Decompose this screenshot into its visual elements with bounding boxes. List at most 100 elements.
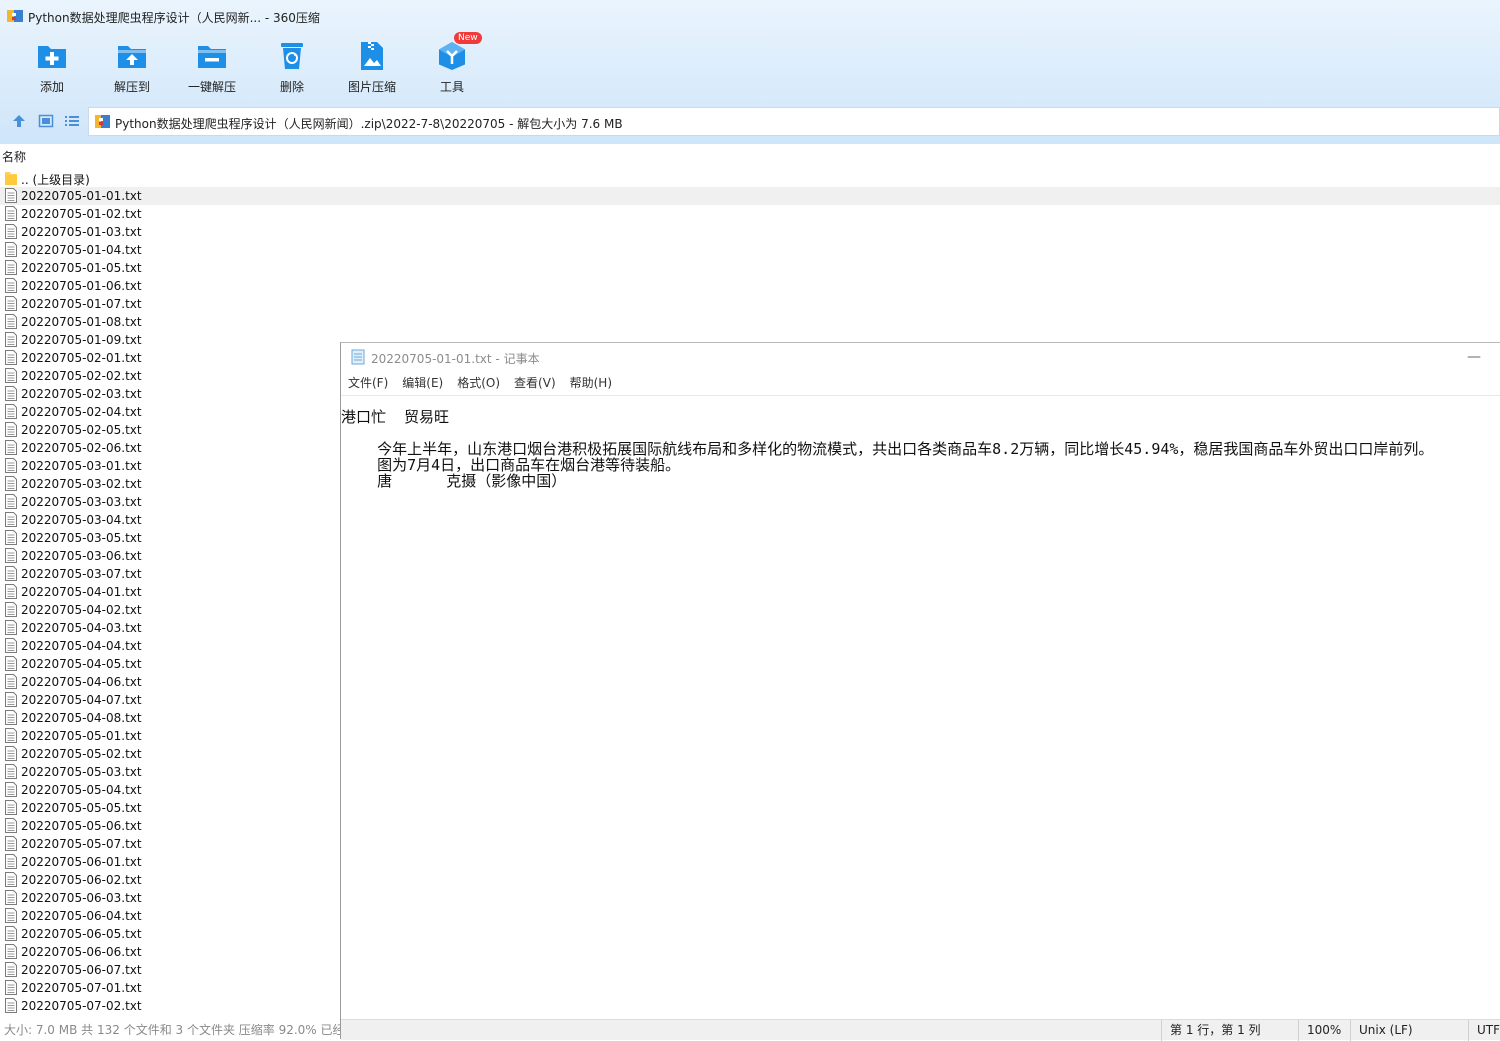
text-file-icon (5, 782, 17, 797)
file-row[interactable]: 20220705-01-05.txt (0, 259, 1500, 277)
text-file-icon (5, 278, 17, 293)
notepad-titlebar: 20220705-01-01.txt - 记事本 — (341, 343, 1500, 373)
file-name: 20220705-07-01.txt (21, 981, 142, 995)
text-file-icon (5, 980, 17, 995)
new-badge: New (454, 32, 482, 44)
file-name: 20220705-01-01.txt (21, 189, 142, 203)
file-name: 20220705-05-04.txt (21, 783, 142, 797)
text-file-icon (5, 332, 17, 347)
file-row[interactable]: 20220705-01-08.txt (0, 313, 1500, 331)
image-compress-button[interactable]: 图片压缩 (332, 38, 412, 100)
file-row[interactable]: 20220705-01-03.txt (0, 223, 1500, 241)
file-name: 20220705-04-01.txt (21, 585, 142, 599)
extract-to-button[interactable]: 解压到 (92, 38, 172, 100)
text-file-icon (5, 962, 17, 977)
up-arrow-icon[interactable] (11, 113, 27, 129)
text-file-icon (5, 350, 17, 365)
text-file-icon (5, 674, 17, 689)
notepad-content: 港口忙 贸易旺 今年上半年，山东港口烟台港积极拓展国际航线布局和多样化的物流模式… (341, 408, 1434, 490)
name-column-header[interactable]: 名称 (2, 148, 26, 165)
notepad-icon (351, 349, 365, 365)
menu-file[interactable]: 文件(F) (348, 373, 388, 393)
file-name: 20220705-01-09.txt (21, 333, 142, 347)
file-name: 20220705-04-04.txt (21, 639, 142, 653)
file-name: 20220705-02-05.txt (21, 423, 142, 437)
one-click-extract-label: 一键解压 (187, 80, 236, 94)
file-name: 20220705-02-02.txt (21, 369, 142, 383)
tools-button[interactable]: New 工具 (412, 32, 492, 100)
text-file-icon (5, 422, 17, 437)
line-ending: Unix (LF) (1350, 1020, 1468, 1041)
text-file-icon (5, 620, 17, 635)
file-name: 20220705-03-05.txt (21, 531, 142, 545)
file-name: 20220705-03-07.txt (21, 567, 142, 581)
file-name: 20220705-01-06.txt (21, 279, 142, 293)
notepad-window: 20220705-01-01.txt - 记事本 — 文件(F) 编辑(E) 格… (340, 342, 1500, 1041)
file-row[interactable]: 20220705-01-02.txt (0, 205, 1500, 223)
file-name: 20220705-04-06.txt (21, 675, 142, 689)
archive-app-icon (7, 10, 23, 22)
file-row[interactable]: 20220705-01-01.txt (0, 187, 1500, 205)
text-file-icon (5, 998, 17, 1013)
menu-format[interactable]: 格式(O) (457, 373, 500, 393)
notepad-status-bar: 第 1 行，第 1 列 100% Unix (LF) UTF-8 (341, 1019, 1500, 1041)
one-click-extract-icon (198, 46, 226, 68)
file-name: 20220705-04-08.txt (21, 711, 142, 725)
text-file-icon (5, 584, 17, 599)
notepad-text-area[interactable]: 港口忙 贸易旺 今年上半年，山东港口烟台港积极拓展国际航线布局和多样化的物流模式… (341, 395, 1500, 1018)
menu-help[interactable]: 帮助(H) (570, 373, 612, 393)
tools-label: 工具 (439, 80, 464, 94)
archive-header: Python数据处理爬虫程序设计（人民网新... - 360压缩 添加 解压到 (0, 0, 1500, 144)
text-file-icon (5, 746, 17, 761)
parent-directory-row[interactable]: .. (上级目录) (0, 169, 1500, 187)
text-file-icon (5, 818, 17, 833)
add-button[interactable]: 添加 (12, 38, 92, 100)
delete-icon (281, 43, 303, 69)
text-file-icon (5, 566, 17, 581)
text-file-icon (5, 458, 17, 473)
archive-titlebar: Python数据处理爬虫程序设计（人民网新... - 360压缩 (0, 0, 1500, 32)
text-file-icon (5, 944, 17, 959)
file-name: 20220705-03-01.txt (21, 459, 142, 473)
file-list: .. (上级目录) 20220705-01-01.txt 20220705-01-… (0, 169, 1500, 1015)
archive-toolbar: 添加 解压到 一键解压 删除 图片压缩 New 工具 (12, 32, 492, 100)
text-file-icon (5, 242, 17, 257)
file-row[interactable]: 20220705-01-04.txt (0, 241, 1500, 259)
path-field[interactable]: Python数据处理爬虫程序设计（人民网新闻）.zip\2022-7-8\202… (88, 107, 1500, 136)
file-name: 20220705-02-03.txt (21, 387, 142, 401)
thumbnail-view-icon[interactable] (38, 113, 54, 129)
text-file-icon (5, 728, 17, 743)
menu-view[interactable]: 查看(V) (514, 373, 556, 393)
file-name: 20220705-01-04.txt (21, 243, 142, 257)
one-click-extract-button[interactable]: 一键解压 (172, 38, 252, 100)
text-file-icon (5, 890, 17, 905)
file-name: 20220705-04-07.txt (21, 693, 142, 707)
menu-edit[interactable]: 编辑(E) (402, 373, 443, 393)
text-file-icon (5, 548, 17, 563)
file-name: 20220705-07-02.txt (21, 999, 142, 1013)
delete-label: 删除 (279, 80, 304, 94)
file-name: 20220705-03-03.txt (21, 495, 142, 509)
text-file-icon (5, 512, 17, 527)
minimize-button[interactable]: — (1451, 345, 1497, 371)
file-row[interactable]: 20220705-01-06.txt (0, 277, 1500, 295)
notepad-window-title: 20220705-01-01.txt - 记事本 (371, 352, 540, 366)
file-name: 20220705-01-03.txt (21, 225, 142, 239)
folder-icon (5, 172, 17, 185)
file-name: 20220705-05-05.txt (21, 801, 142, 815)
text-file-icon (5, 386, 17, 401)
text-file-icon (5, 764, 17, 779)
parent-directory-label: .. (上级目录) (21, 173, 90, 187)
archive-file-icon (95, 115, 110, 128)
delete-button[interactable]: 删除 (252, 38, 332, 100)
file-name: 20220705-04-02.txt (21, 603, 142, 617)
add-icon (38, 46, 66, 68)
extract-to-label: 解压到 (113, 80, 150, 94)
list-view-icon[interactable] (64, 113, 80, 129)
add-label: 添加 (39, 80, 64, 94)
file-name: 20220705-06-01.txt (21, 855, 142, 869)
text-file-icon (5, 800, 17, 815)
file-name: 20220705-05-07.txt (21, 837, 142, 851)
file-row[interactable]: 20220705-01-07.txt (0, 295, 1500, 313)
file-name: 20220705-04-03.txt (21, 621, 142, 635)
